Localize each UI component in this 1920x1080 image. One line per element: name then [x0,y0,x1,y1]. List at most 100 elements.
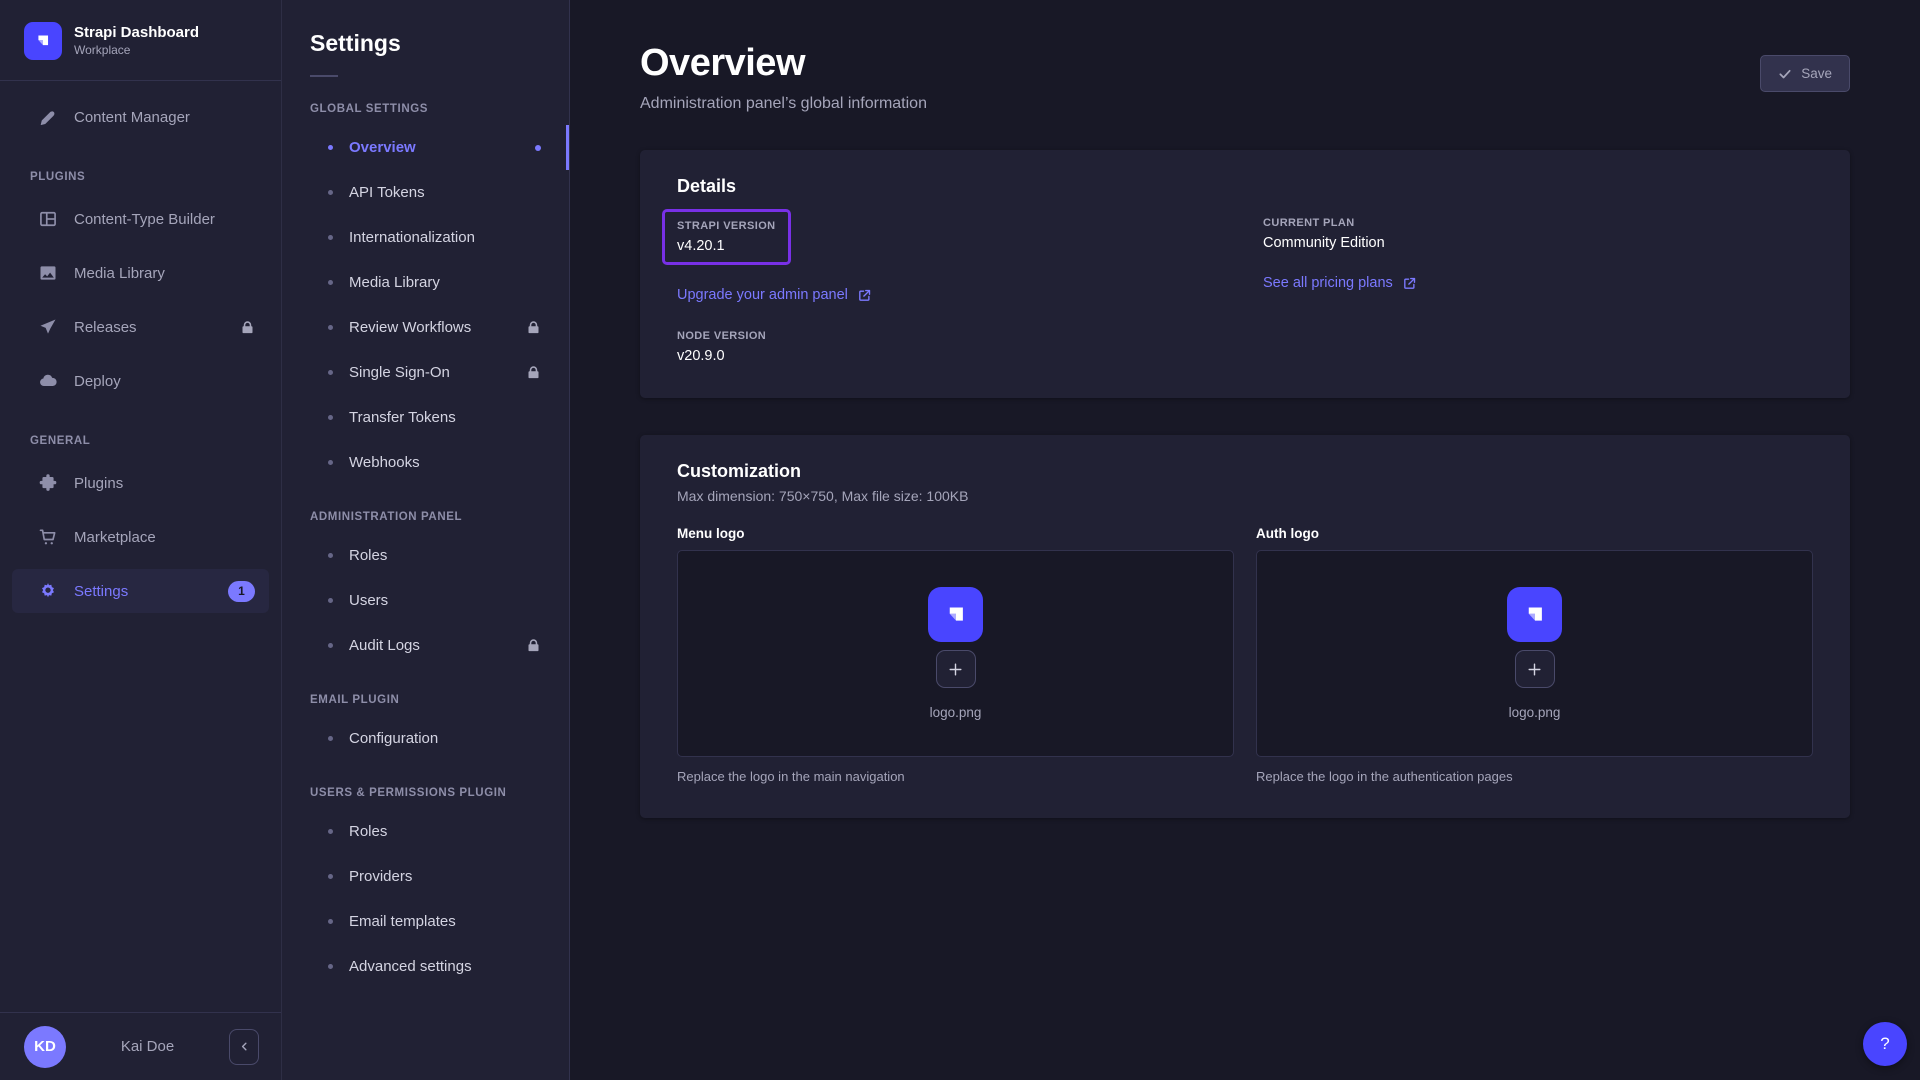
upgrade-admin-panel-link[interactable]: Upgrade your admin panel [677,287,872,303]
sidebar-item-plugins[interactable]: Plugins [12,461,269,505]
sidebar-item-label: Settings [74,583,128,600]
active-indicator-bar [566,125,569,170]
subnav-item-overview[interactable]: Overview [282,125,569,170]
bullet-icon [328,829,333,834]
current-plan-value: Community Edition [1263,235,1813,251]
layout-icon [38,209,58,229]
sidebar-item-label: Releases [74,319,137,336]
menu-logo-filename: logo.png [930,705,982,720]
workspace-brand[interactable]: Strapi Dashboard Workplace [0,0,281,80]
help-button[interactable]: ? [1863,1022,1907,1066]
auth-logo-upload-box[interactable]: logo.png [1256,550,1813,757]
details-right-column: CURRENT PLAN Community Edition See all p… [1263,217,1813,364]
subnav-item-label: Overview [349,139,416,156]
subnav-item-admin-roles[interactable]: Roles [282,533,569,578]
bullet-icon [328,235,333,240]
menu-logo-caption: Replace the logo in the main navigation [677,769,1234,784]
save-button-label: Save [1801,66,1832,81]
plus-icon [1526,661,1543,678]
sidebar-section-general: GENERAL [0,413,281,461]
subnav-item-single-sign-on[interactable]: Single Sign-On [282,350,569,395]
external-link-icon [1402,276,1417,291]
subnav-item-label: Configuration [349,730,438,747]
subnav-item-admin-users[interactable]: Users [282,578,569,623]
subnav-item-label: Webhooks [349,454,420,471]
strapi-logo-icon [24,22,62,60]
add-menu-logo-button[interactable] [936,650,976,688]
pricing-link-label: See all pricing plans [1263,275,1393,291]
sidebar-item-label: Deploy [74,373,121,390]
subnav-section-administration-panel: ADMINISTRATION PANEL [282,485,569,533]
sidebar-item-label: Plugins [74,475,123,492]
workspace-title: Strapi Dashboard [74,24,199,43]
collapse-sidebar-button[interactable] [229,1029,259,1065]
subnav-section-global-settings: GLOBAL SETTINGS [282,77,569,125]
bullet-icon [328,553,333,558]
sidebar-item-content-type-builder[interactable]: Content-Type Builder [12,197,269,241]
sidebar-item-marketplace[interactable]: Marketplace [12,515,269,559]
subnav-item-label: API Tokens [349,184,425,201]
sidebar-item-releases[interactable]: Releases [12,305,269,349]
subnav-item-transfer-tokens[interactable]: Transfer Tokens [282,395,569,440]
subnav-item-label: Audit Logs [349,637,420,654]
subnav-item-internationalization[interactable]: Internationalization [282,215,569,260]
strapi-version-label: STRAPI VERSION [677,220,776,232]
sidebar-footer: KD Kai Doe [0,1012,281,1080]
sidebar-item-settings[interactable]: Settings 1 [12,569,269,613]
subnav-item-audit-logs[interactable]: Audit Logs [282,623,569,668]
sidebar-item-content-manager[interactable]: Content Manager [12,95,269,139]
bullet-icon [328,415,333,420]
menu-logo-upload-box[interactable]: logo.png [677,550,1234,757]
subnav-item-advanced-settings[interactable]: Advanced settings [282,944,569,989]
subnav-item-email-configuration[interactable]: Configuration [282,716,569,761]
add-auth-logo-button[interactable] [1515,650,1555,688]
subnav-item-providers[interactable]: Providers [282,854,569,899]
subnav-item-label: Review Workflows [349,319,471,336]
chevron-left-icon [238,1040,251,1053]
sidebar-item-deploy[interactable]: Deploy [12,359,269,403]
subnav-item-label: Advanced settings [349,958,472,975]
bullet-icon [328,598,333,603]
subnav-section-email-plugin: EMAIL PLUGIN [282,668,569,716]
bullet-icon [328,145,333,150]
save-button[interactable]: Save [1760,55,1850,92]
subnav-title: Settings [310,30,541,57]
check-icon [1778,67,1792,81]
subnav-item-media-library[interactable]: Media Library [282,260,569,305]
lock-icon [526,638,541,653]
strapi-logo-icon [928,587,983,642]
bullet-icon [328,964,333,969]
avatar[interactable]: KD [24,1026,66,1068]
subnav-item-webhooks[interactable]: Webhooks [282,440,569,485]
auth-logo-filename: logo.png [1509,705,1561,720]
subnav-item-api-tokens[interactable]: API Tokens [282,170,569,215]
customization-card: Customization Max dimension: 750×750, Ma… [640,435,1850,818]
strapi-version-value: v4.20.1 [677,238,776,254]
auth-logo-column: Auth logo logo [1256,526,1813,784]
settings-subnav: Settings GLOBAL SETTINGS Overview API To… [282,0,570,1080]
node-version-field: NODE VERSION v20.9.0 [677,330,1227,364]
subnav-section-users-permissions-plugin: USERS & PERMISSIONS PLUGIN [282,761,569,809]
subnav-item-label: Users [349,592,388,609]
pricing-plans-link[interactable]: See all pricing plans [1263,275,1417,291]
active-dot-icon [535,145,541,151]
subnav-item-up-roles[interactable]: Roles [282,809,569,854]
cart-icon [38,527,58,547]
sidebar-item-label: Media Library [74,265,165,282]
auth-logo-caption: Replace the logo in the authentication p… [1256,769,1813,784]
details-card: Details STRAPI VERSION v4.20.1 Upgrade y… [640,150,1850,398]
bullet-icon [328,643,333,648]
image-icon [38,263,58,283]
external-link-icon [857,288,872,303]
subnav-item-email-templates[interactable]: Email templates [282,899,569,944]
plus-icon [947,661,964,678]
subnav-item-label: Transfer Tokens [349,409,456,426]
puzzle-icon [38,473,58,493]
current-plan-field: CURRENT PLAN Community Edition [1263,217,1813,251]
subnav-item-label: Providers [349,868,412,885]
current-plan-label: CURRENT PLAN [1263,217,1813,229]
subnav-item-review-workflows[interactable]: Review Workflows [282,305,569,350]
sidebar-item-media-library[interactable]: Media Library [12,251,269,295]
brand-text: Strapi Dashboard Workplace [74,24,199,58]
page-subtitle: Administration panel’s global informatio… [640,95,927,113]
